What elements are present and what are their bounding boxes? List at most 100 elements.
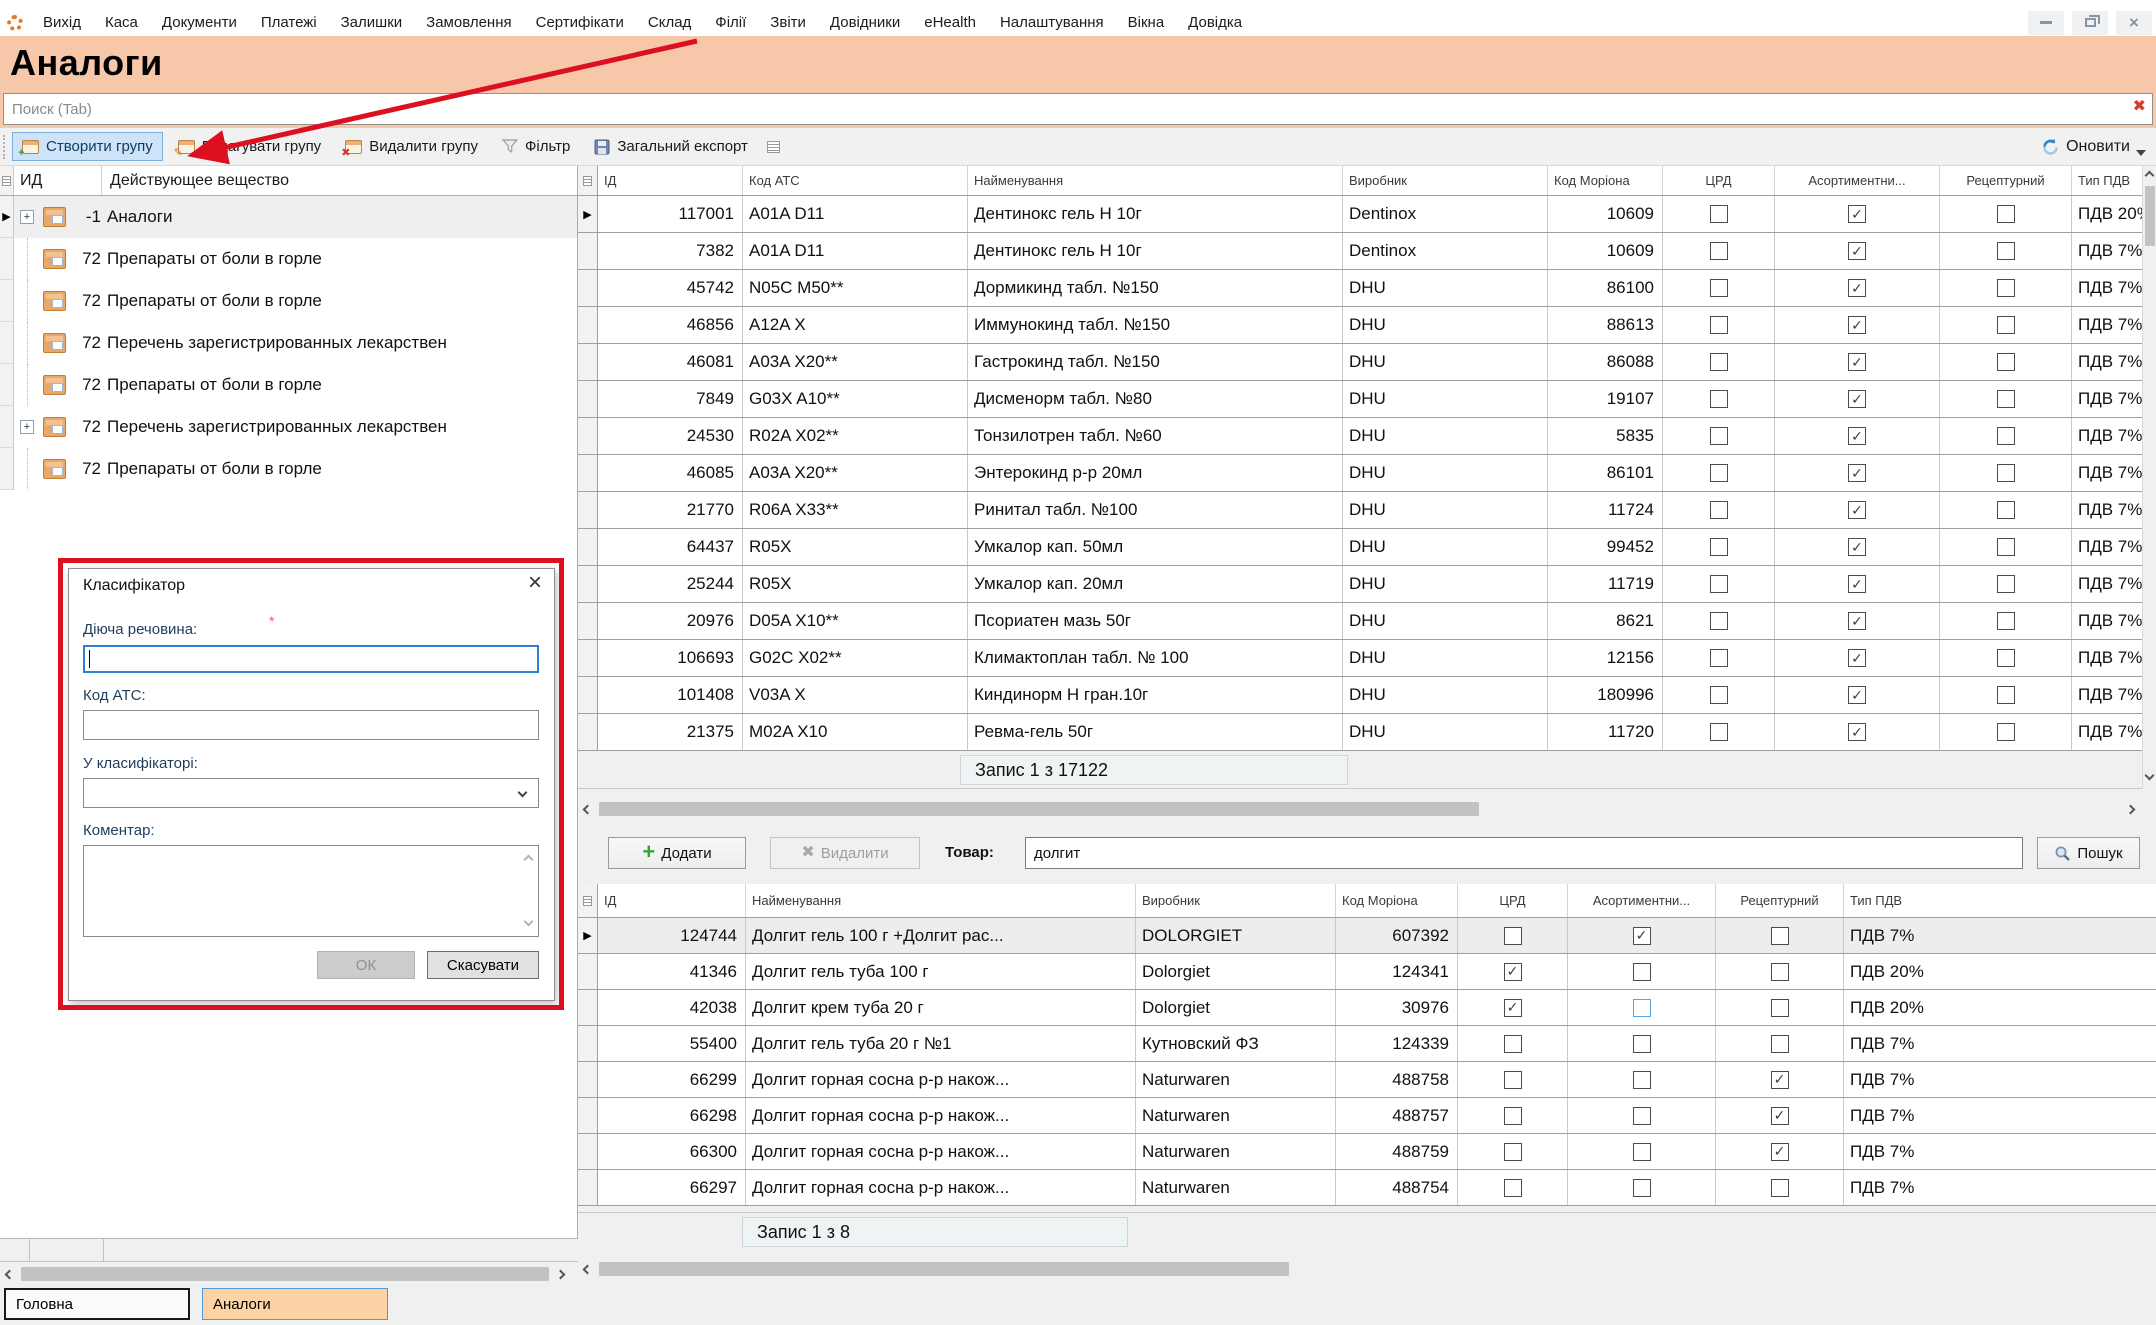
checkbox-checked[interactable] bbox=[1848, 279, 1866, 297]
tab-analogs[interactable]: Аналоги bbox=[202, 1288, 388, 1320]
checkbox-unchecked[interactable] bbox=[1504, 927, 1522, 945]
ok-button[interactable]: ОК bbox=[317, 951, 415, 979]
checkbox-unchecked[interactable] bbox=[1504, 1179, 1522, 1197]
checkbox-unchecked[interactable] bbox=[1997, 279, 2015, 297]
table-row[interactable]: 46081A03A X20**Гастрокинд табл. №150DHU8… bbox=[578, 344, 2142, 381]
table-row[interactable]: 7849G03X A10**Дисменорм табл. №80DHU1910… bbox=[578, 381, 2142, 418]
checkbox-unchecked[interactable] bbox=[1710, 427, 1728, 445]
scrollbar-thumb[interactable] bbox=[2145, 186, 2155, 246]
scrollbar-thumb[interactable] bbox=[21, 1267, 549, 1281]
checkbox-unchecked[interactable] bbox=[1710, 205, 1728, 223]
table-row[interactable]: 21770R06A X33**Ринитал табл. №100DHU1172… bbox=[578, 492, 2142, 529]
checkbox-unchecked[interactable] bbox=[1997, 723, 2015, 741]
menu-item-5[interactable]: Залишки bbox=[329, 14, 415, 31]
checkbox-checked[interactable] bbox=[1504, 963, 1522, 981]
checkbox-unchecked[interactable] bbox=[1633, 1179, 1651, 1197]
table-row[interactable]: ▶124744Долгит гель 100 г +Долгит рас...D… bbox=[578, 918, 2156, 954]
checkbox-unchecked[interactable] bbox=[1633, 999, 1651, 1017]
menu-item-6[interactable]: Замовлення bbox=[414, 14, 523, 31]
classifier-select[interactable] bbox=[83, 778, 539, 808]
checkbox-unchecked[interactable] bbox=[1997, 612, 2015, 630]
clear-search-icon[interactable]: ✖ bbox=[2133, 99, 2146, 115]
add-product-button[interactable]: + Додати bbox=[608, 837, 746, 869]
checkbox-unchecked[interactable] bbox=[1633, 1143, 1651, 1161]
table-row[interactable]: 41346Долгит гель туба 100 гDolorgiet1243… bbox=[578, 954, 2156, 990]
checkbox-checked[interactable] bbox=[1848, 464, 1866, 482]
table-row[interactable]: 24530R02A X02**Тонзилотрен табл. №60DHU5… bbox=[578, 418, 2142, 455]
checkbox-unchecked[interactable] bbox=[1997, 575, 2015, 593]
checkbox-unchecked[interactable] bbox=[1633, 963, 1651, 981]
filter-button[interactable]: Фільтр bbox=[493, 133, 579, 160]
tree-row[interactable]: 72Препараты от боли в горле bbox=[0, 364, 577, 406]
atc-code-input[interactable] bbox=[83, 710, 539, 740]
search-button[interactable]: Пошук bbox=[2037, 837, 2140, 869]
checkbox-unchecked[interactable] bbox=[1771, 1179, 1789, 1197]
restore-button[interactable] bbox=[2072, 11, 2108, 35]
scroll-left-icon[interactable] bbox=[583, 804, 593, 814]
comment-textarea[interactable] bbox=[83, 845, 539, 937]
checkbox-unchecked[interactable] bbox=[1710, 316, 1728, 334]
checkbox-checked[interactable] bbox=[1848, 575, 1866, 593]
scroll-down-icon[interactable] bbox=[524, 917, 534, 927]
delete-product-button[interactable]: ✖ Видалити bbox=[770, 837, 920, 869]
checkbox-checked[interactable] bbox=[1771, 1107, 1789, 1125]
checkbox-checked[interactable] bbox=[1848, 612, 1866, 630]
checkbox-unchecked[interactable] bbox=[1710, 464, 1728, 482]
checkbox-unchecked[interactable] bbox=[1710, 353, 1728, 371]
column-header[interactable]: Виробник bbox=[1343, 166, 1548, 195]
column-header[interactable]: Тип ПДВ bbox=[2072, 166, 2142, 195]
table-row[interactable]: 46085A03A X20**Энтерокинд р-р 20млDHU861… bbox=[578, 455, 2142, 492]
menu-item-10[interactable]: Звіти bbox=[758, 14, 818, 31]
tree-column-chooser[interactable] bbox=[0, 166, 14, 195]
tree-header-id[interactable]: ИД bbox=[14, 166, 102, 195]
checkbox-unchecked[interactable] bbox=[1710, 390, 1728, 408]
scroll-right-icon[interactable] bbox=[2126, 804, 2136, 814]
checkbox-unchecked[interactable] bbox=[1771, 1035, 1789, 1053]
checkbox-checked[interactable] bbox=[1848, 501, 1866, 519]
checkbox-unchecked[interactable] bbox=[1710, 242, 1728, 260]
checkbox-unchecked[interactable] bbox=[1771, 927, 1789, 945]
checkbox-unchecked[interactable] bbox=[1997, 464, 2015, 482]
scrollbar-thumb[interactable] bbox=[599, 802, 1479, 816]
menu-item-1[interactable]: Вихід bbox=[31, 14, 93, 31]
checkbox-unchecked[interactable] bbox=[1997, 427, 2015, 445]
search-input[interactable] bbox=[3, 93, 2153, 125]
checkbox-unchecked[interactable] bbox=[1710, 686, 1728, 704]
table-row[interactable]: 55400Долгит гель туба 20 г №1Кутновский … bbox=[578, 1026, 2156, 1062]
column-header[interactable]: ЦРД bbox=[1458, 884, 1568, 917]
table-row[interactable]: 66297Долгит горная сосна р-р накож...Nat… bbox=[578, 1170, 2156, 1206]
column-header[interactable]: Асортиментни... bbox=[1775, 166, 1940, 195]
column-header[interactable]: Найменування bbox=[968, 166, 1343, 195]
checkbox-unchecked[interactable] bbox=[1710, 723, 1728, 741]
menu-item-3[interactable]: Документи bbox=[150, 14, 249, 31]
create-group-button[interactable]: + Створити групу bbox=[12, 132, 163, 161]
scroll-left-icon[interactable] bbox=[583, 1264, 593, 1274]
checkbox-unchecked[interactable] bbox=[1997, 242, 2015, 260]
menu-item-2[interactable]: Каса bbox=[93, 14, 150, 31]
checkbox-unchecked[interactable] bbox=[1633, 1071, 1651, 1089]
table-row[interactable]: 7382A01A D11Дентинокс гель Н 10гDentinox… bbox=[578, 233, 2142, 270]
column-header[interactable]: Код Моріона bbox=[1548, 166, 1663, 195]
main-vertical-scrollbar[interactable] bbox=[2142, 166, 2156, 789]
main-horizontal-scrollbar[interactable] bbox=[578, 797, 2142, 821]
menu-item-13[interactable]: Налаштування bbox=[988, 14, 1116, 31]
table-row[interactable]: 45742N05C M50**Дормикинд табл. №150DHU86… bbox=[578, 270, 2142, 307]
substance-input[interactable] bbox=[83, 645, 539, 673]
table-column-chooser[interactable] bbox=[578, 166, 598, 195]
table-row[interactable]: 64437R05XУмкалор кап. 50млDHU99452ПДВ 7% bbox=[578, 529, 2142, 566]
menu-item-8[interactable]: Склад bbox=[636, 14, 703, 31]
products-horizontal-scrollbar[interactable] bbox=[578, 1258, 2156, 1280]
menu-item-15[interactable]: Довідка bbox=[1176, 14, 1254, 31]
checkbox-unchecked[interactable] bbox=[1771, 999, 1789, 1017]
checkbox-unchecked[interactable] bbox=[1633, 1035, 1651, 1053]
tree-row[interactable]: +72Перечень зарегистрированных лекарстве… bbox=[0, 406, 577, 448]
tree-row[interactable]: 72Препараты от боли в горле bbox=[0, 238, 577, 280]
checkbox-unchecked[interactable] bbox=[1997, 205, 2015, 223]
table-row[interactable]: 106693G02C X02**Климактоплан табл. № 100… bbox=[578, 640, 2142, 677]
column-header[interactable]: ІД bbox=[598, 166, 743, 195]
column-header[interactable]: Найменування bbox=[746, 884, 1136, 917]
column-header[interactable]: Виробник bbox=[1136, 884, 1336, 917]
tree-row[interactable]: 72Препараты от боли в горле bbox=[0, 448, 577, 490]
minimize-button[interactable] bbox=[2028, 11, 2064, 35]
table-row[interactable]: 66299Долгит горная сосна р-р накож...Nat… bbox=[578, 1062, 2156, 1098]
